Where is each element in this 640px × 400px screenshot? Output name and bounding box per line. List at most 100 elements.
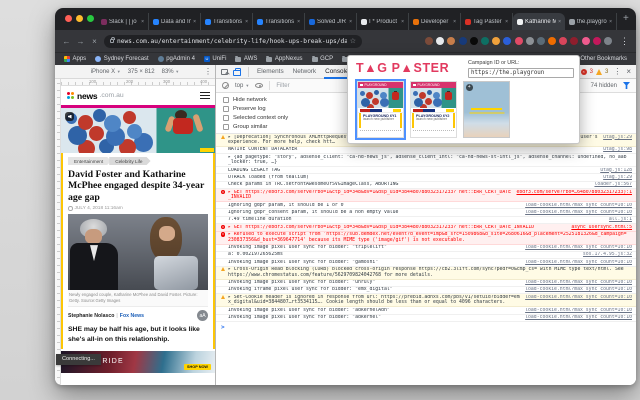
extension-icon[interactable] — [604, 37, 612, 45]
console-row[interactable]: LOADING LEGACY TAG utag.js:128 — [216, 167, 636, 174]
checkbox[interactable] — [223, 115, 229, 121]
browser-tab[interactable]: I * Product × — [357, 13, 409, 30]
console-row[interactable]: ▸ Refused to execute script from 'https:… — [216, 232, 636, 245]
console-row[interactable]: Invoking image pixel user sync for bidde… — [216, 315, 636, 322]
devtools-menu-icon[interactable]: ⋮ — [613, 67, 621, 76]
extension-icon[interactable] — [559, 37, 567, 45]
bookmark-item[interactable]: UniFi — [204, 56, 227, 62]
console-row[interactable]: Invoking image pixel user sync for bidde… — [216, 280, 636, 287]
extension-icon[interactable] — [459, 37, 467, 45]
clear-console-icon[interactable] — [222, 82, 229, 89]
address-bar[interactable]: news.com.au/entertainment/celebrity-life… — [104, 35, 362, 48]
device-zoom-selector[interactable]: 83% ▼ — [162, 69, 180, 75]
context-selector[interactable]: top ▼ — [235, 83, 249, 89]
console-source-link[interactable]: all.js:1 — [609, 217, 632, 222]
campaign-thumbnail[interactable]: PLAYGROUND PLAYGROUND 6Y1 launch new pub… — [357, 81, 404, 138]
browser-tab[interactable]: Solved JIR × — [305, 13, 357, 30]
device-selector[interactable]: iPhone X ▼ — [91, 69, 121, 75]
console-source-link[interactable]: utag.js:29 — [603, 175, 632, 180]
console-row[interactable]: Ignoring gdpr param, it should be 1 or 0… — [216, 202, 636, 209]
tab-close-icon[interactable]: × — [558, 19, 561, 25]
console-filter-input[interactable]: Filter — [276, 83, 289, 89]
checkbox[interactable] — [223, 97, 229, 103]
console-row[interactable]: ▸ Set-Cookie header is ignored in respon… — [216, 294, 636, 307]
browser-tab[interactable]: Tag Paster × — [461, 13, 513, 30]
extension-icon[interactable] — [515, 37, 523, 45]
extension-icon[interactable] — [470, 37, 478, 45]
breadcrumb-item[interactable]: Entertainment — [68, 157, 111, 165]
console-row[interactable]: ▸ GET https://ebdr3.com/serve?rbo=1&ctp_… — [216, 224, 636, 231]
site-brand[interactable]: news — [77, 91, 97, 101]
console-row[interactable]: 7.49 timeline duration all.js:1 — [216, 217, 636, 224]
extension-icon[interactable] — [447, 37, 455, 45]
extension-icon[interactable] — [481, 37, 489, 45]
new-tab-button[interactable]: + — [623, 14, 629, 24]
hidden-messages-count[interactable]: 74 hidden — [591, 83, 617, 89]
console-source-link[interactable]: sos.17.4.95.js:32 — [583, 252, 632, 257]
bookmark-item[interactable]: Sydney Forecast — [95, 56, 149, 62]
extension-icon[interactable] — [492, 37, 500, 45]
console-row[interactable]: UTRACK loaded (from tealium) utag.js:29 — [216, 174, 636, 181]
tab-close-icon[interactable]: × — [453, 19, 456, 25]
campaign-thumbnail[interactable]: + — [463, 81, 510, 138]
bookmark-item[interactable]: AppNexus — [266, 56, 302, 62]
tab-close-icon[interactable]: × — [141, 19, 144, 25]
font-size-toggle[interactable]: aA — [197, 310, 208, 321]
byline-outlet-link[interactable]: Fox News — [120, 313, 144, 319]
console-row[interactable]: Invoking image pixel user sync for bidde… — [216, 245, 636, 252]
console-row[interactable]: NATIVE CONTENT DATALAYER utag.js:98 — [216, 147, 636, 154]
device-toolbar-toggle-icon[interactable] — [235, 68, 241, 76]
console-row[interactable]: Check params in TRC.setFontAwesomeOrSVGI… — [216, 182, 636, 189]
devtools-tab[interactable]: Network — [292, 65, 317, 79]
browser-tab[interactable]: Developer × — [409, 13, 461, 30]
browser-menu-icon[interactable]: ⋮ — [620, 36, 629, 47]
bookmark-item[interactable]: AWS — [235, 56, 257, 62]
url-text[interactable]: news.com.au/entertainment/celebrity-life… — [117, 38, 347, 45]
other-bookmarks-button[interactable]: Other Bookmarks — [572, 56, 627, 62]
checkbox[interactable] — [223, 106, 229, 112]
extension-icon[interactable] — [570, 37, 578, 45]
console-source-link[interactable]: utag.js:29 — [603, 135, 632, 140]
device-dimensions[interactable]: 375 × 812 — [128, 69, 155, 75]
bookmark-item[interactable]: Apps — [64, 56, 86, 62]
console-row[interactable]: Ignoring gdpr_consent param, it should b… — [216, 209, 636, 216]
console-source-link[interactable]: load-cookie.html?max_sync_count=10:10 — [525, 295, 632, 300]
inspect-element-icon[interactable] — [221, 69, 228, 75]
checkbox[interactable] — [223, 124, 229, 130]
top-ad-banner[interactable] — [61, 108, 215, 153]
extension-icon[interactable] — [503, 37, 511, 45]
console-source-link[interactable]: load-cookie.html?max_sync_count=10:10 — [525, 203, 632, 208]
back-button[interactable]: ← — [62, 37, 71, 46]
devtools-tab[interactable]: Console — [324, 65, 349, 79]
console-source-link[interactable]: async_usersync.html:5 — [571, 225, 632, 230]
browser-tab[interactable]: Slack | [ jo × — [97, 13, 149, 30]
browser-tab[interactable]: Data and In × — [149, 13, 201, 30]
mute-icon[interactable] — [65, 112, 74, 121]
tab-close-icon[interactable]: × — [349, 19, 352, 25]
console-source-link[interactable]: loader.js:567 — [594, 182, 632, 187]
live-expression-icon[interactable] — [255, 83, 263, 88]
console-source-link[interactable]: load-cookie.html?max_sync_count=10:10 — [525, 210, 632, 215]
maximize-window-button[interactable] — [87, 15, 94, 22]
tab-close-icon[interactable]: × — [401, 19, 404, 25]
console-source-link[interactable]: load-cookie.html?max_sync_count=10:10 — [525, 315, 632, 320]
devtools-tab[interactable]: Elements — [256, 65, 285, 79]
tab-close-icon[interactable]: × — [245, 19, 248, 25]
bookmark-item[interactable]: pgAdmin 4 — [158, 56, 195, 62]
console-source-link[interactable]: load-cookie.html?max_sync_count=10:10 — [525, 260, 632, 265]
extension-icon[interactable] — [548, 37, 556, 45]
minimize-window-button[interactable] — [76, 15, 83, 22]
tab-close-icon[interactable]: × — [505, 19, 508, 25]
extension-icon[interactable] — [436, 37, 444, 45]
ad-cta-button[interactable]: SHOP NOW — [184, 364, 211, 370]
console-source-link[interactable]: load-cookie.html?max_sync_count=10:10 — [525, 308, 632, 313]
bookmark-star-icon[interactable]: ☆ — [350, 37, 356, 45]
console-source-link[interactable]: ebdr3.com/serve?rbo=…6480788032317233):1 — [516, 190, 632, 195]
browser-tab[interactable]: Katharine M × — [513, 13, 565, 30]
browser-tab[interactable]: Transitions × — [201, 13, 253, 30]
console-source-link[interactable]: utag.js:128 — [600, 168, 632, 173]
tab-close-icon[interactable]: × — [193, 19, 196, 25]
hamburger-menu-icon[interactable] — [200, 92, 210, 99]
tab-close-icon[interactable]: × — [609, 19, 612, 25]
devtools-close-icon[interactable]: × — [626, 67, 631, 76]
